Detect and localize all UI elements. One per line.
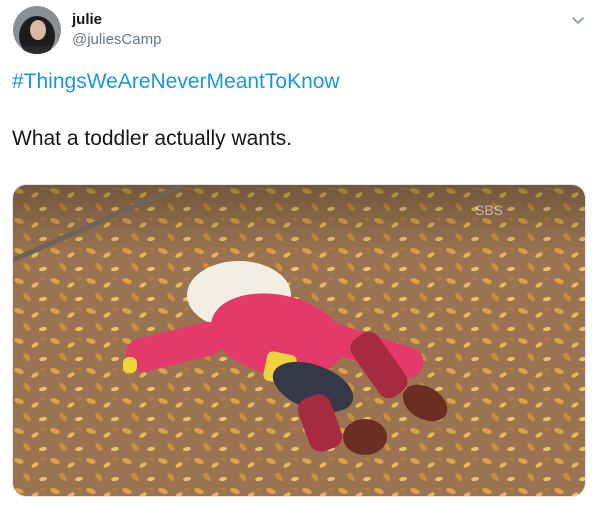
chevron-down-icon[interactable]: [570, 12, 586, 28]
avatar[interactable]: [13, 6, 61, 54]
media-watermark: SBS: [475, 202, 503, 218]
tweet-card: julie @juliesCamp #ThingsWeAreNeverMeant…: [0, 0, 600, 507]
tweet-media[interactable]: SBS: [12, 184, 586, 497]
author-handle[interactable]: @juliesCamp: [72, 31, 161, 48]
author-name[interactable]: julie: [72, 11, 102, 28]
tweet-text: What a toddler actually wants.: [12, 127, 293, 150]
hashtag-link[interactable]: #ThingsWeAreNeverMeantToKnow: [12, 70, 340, 94]
